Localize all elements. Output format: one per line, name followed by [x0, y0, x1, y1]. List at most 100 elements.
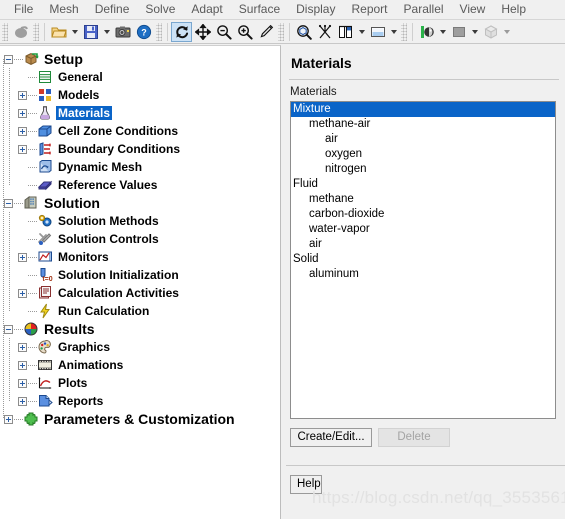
tree-item-reference-values[interactable]: Reference Values: [0, 176, 280, 194]
tree-connector-line: [28, 346, 37, 348]
expand-plus-icon[interactable]: [18, 252, 27, 262]
tree-item-run-calculation[interactable]: Run Calculation: [0, 302, 280, 320]
chevron-down-icon[interactable]: [469, 22, 480, 42]
toolbar-grip[interactable]: [401, 22, 407, 41]
chevron-down-icon[interactable]: [69, 22, 80, 42]
material-list-item[interactable]: air: [291, 132, 555, 147]
tree-item-materials[interactable]: Materials: [0, 104, 280, 122]
tree-item-monitors[interactable]: Monitors: [0, 248, 280, 266]
toolbar-grip[interactable]: [278, 22, 284, 41]
tree-item-cell-zone-conditions[interactable]: Cell Zone Conditions: [0, 122, 280, 140]
expand-plus-icon[interactable]: [18, 360, 27, 370]
tree-item-animations[interactable]: Animations: [0, 356, 280, 374]
tree-connector-line: [14, 58, 23, 60]
contour-panel-icon[interactable]: [367, 22, 388, 42]
material-list-item[interactable]: methane-air: [291, 117, 555, 132]
menu-item-define[interactable]: Define: [87, 1, 138, 18]
material-list-item[interactable]: oxygen: [291, 147, 555, 162]
expand-plus-icon[interactable]: [18, 378, 27, 388]
expand-plus-icon[interactable]: [18, 126, 27, 136]
tree-item-dynamic-mesh[interactable]: Dynamic Mesh: [0, 158, 280, 176]
zoom-in-icon[interactable]: [234, 22, 255, 42]
expand-plus-icon[interactable]: [18, 342, 27, 352]
magnify-box-icon[interactable]: [293, 22, 314, 42]
expand-plus-icon[interactable]: [18, 396, 27, 406]
material-list-item[interactable]: water-vapor: [291, 222, 555, 237]
menu-item-surface[interactable]: Surface: [231, 1, 288, 18]
collapse-minus-icon[interactable]: [4, 324, 13, 334]
material-list-item[interactable]: Mixture: [291, 102, 555, 117]
tree-item-graphics[interactable]: Graphics: [0, 338, 280, 356]
menu-item-view[interactable]: View: [452, 1, 494, 18]
menu-item-report[interactable]: Report: [343, 1, 395, 18]
material-list-item[interactable]: nitrogen: [291, 162, 555, 177]
menu-item-help[interactable]: Help: [493, 1, 534, 18]
tree-item-parameters-customization[interactable]: Parameters & Customization: [0, 410, 280, 428]
menu-item-adapt[interactable]: Adapt: [183, 1, 230, 18]
camera-icon[interactable]: [112, 22, 133, 42]
chevron-down-icon[interactable]: [388, 22, 399, 42]
tree-item-reports[interactable]: Reports: [0, 392, 280, 410]
tree-item-boundary-conditions[interactable]: Boundary Conditions: [0, 140, 280, 158]
material-list-item[interactable]: aluminum: [291, 267, 555, 282]
tree-item-solution-initialization[interactable]: t=0 Solution Initialization: [0, 266, 280, 284]
materials-list[interactable]: Mixture methane-air air oxygen nitrogen Fluid…: [290, 101, 556, 419]
menu-item-file[interactable]: File: [6, 1, 41, 18]
expand-plus-icon[interactable]: [18, 108, 27, 118]
view-cube-icon[interactable]: [480, 22, 501, 42]
tree-connector-line: [28, 184, 37, 186]
help-circle-icon[interactable]: ?: [133, 22, 154, 42]
window-layout-icon[interactable]: [335, 22, 356, 42]
zoom-out-icon[interactable]: [213, 22, 234, 42]
lighting-icon[interactable]: [416, 22, 437, 42]
save-icon[interactable]: [80, 22, 101, 42]
tree-item-label: Monitors: [58, 250, 109, 264]
material-list-item[interactable]: Solid: [291, 252, 555, 267]
chevron-down-icon[interactable]: [356, 22, 367, 42]
tree-item-calculation-activities[interactable]: Calculation Activities: [0, 284, 280, 302]
mesh-display-icon[interactable]: [314, 22, 335, 42]
toolbar-grip[interactable]: [2, 22, 8, 41]
toolbar-grip[interactable]: [156, 22, 162, 41]
mouse-probe-icon[interactable]: [10, 22, 31, 42]
tree-connector-line: [14, 202, 23, 204]
menu-item-display[interactable]: Display: [288, 1, 343, 18]
menu-item-mesh[interactable]: Mesh: [41, 1, 86, 18]
collapse-minus-icon[interactable]: [4, 54, 13, 64]
collapse-minus-icon[interactable]: [4, 198, 13, 208]
tree-item-results[interactable]: Results: [0, 320, 280, 338]
toolbar-separator: [412, 22, 413, 41]
expand-plus-icon[interactable]: [18, 90, 27, 100]
tree-item-plots[interactable]: Plots: [0, 374, 280, 392]
material-list-item[interactable]: carbon-dioxide: [291, 207, 555, 222]
material-list-item[interactable]: methane: [291, 192, 555, 207]
expand-plus-icon[interactable]: [18, 288, 27, 298]
open-folder-icon[interactable]: [48, 22, 69, 42]
tree-item-solution-controls[interactable]: Solution Controls: [0, 230, 280, 248]
probe-pointer-icon[interactable]: [255, 22, 276, 42]
tree-item-models[interactable]: Models: [0, 86, 280, 104]
toolbar-grip[interactable]: [33, 22, 39, 41]
help-button[interactable]: Help: [290, 475, 322, 494]
color-swatch-icon[interactable]: [448, 22, 469, 42]
chevron-down-icon[interactable]: [501, 22, 512, 42]
tree-item-solution-methods[interactable]: Solution Methods: [0, 212, 280, 230]
outline-tree-pane[interactable]: Setup General Models Materials Cell Zone Con…: [0, 45, 281, 519]
chevron-down-icon[interactable]: [437, 22, 448, 42]
menu-item-parallel[interactable]: Parallel: [396, 1, 452, 18]
material-list-item[interactable]: air: [291, 237, 555, 252]
tree-item-setup[interactable]: Setup: [0, 50, 280, 68]
tree-connector-line: [28, 292, 37, 294]
tree-connector-line: [28, 112, 37, 114]
expand-plus-icon[interactable]: [18, 144, 27, 154]
tree-item-general[interactable]: General: [0, 68, 280, 86]
tree-item-solution[interactable]: Solution: [0, 194, 280, 212]
chevron-down-icon[interactable]: [101, 22, 112, 42]
material-list-item[interactable]: Fluid: [291, 177, 555, 192]
menu-item-solve[interactable]: Solve: [137, 1, 183, 18]
rotate-refresh-icon[interactable]: [171, 21, 192, 42]
pan-move-icon[interactable]: [192, 22, 213, 42]
create-edit-button[interactable]: Create/Edit...: [290, 428, 372, 447]
expand-plus-icon[interactable]: [4, 414, 13, 424]
tree-item-label: Reports: [58, 394, 104, 408]
